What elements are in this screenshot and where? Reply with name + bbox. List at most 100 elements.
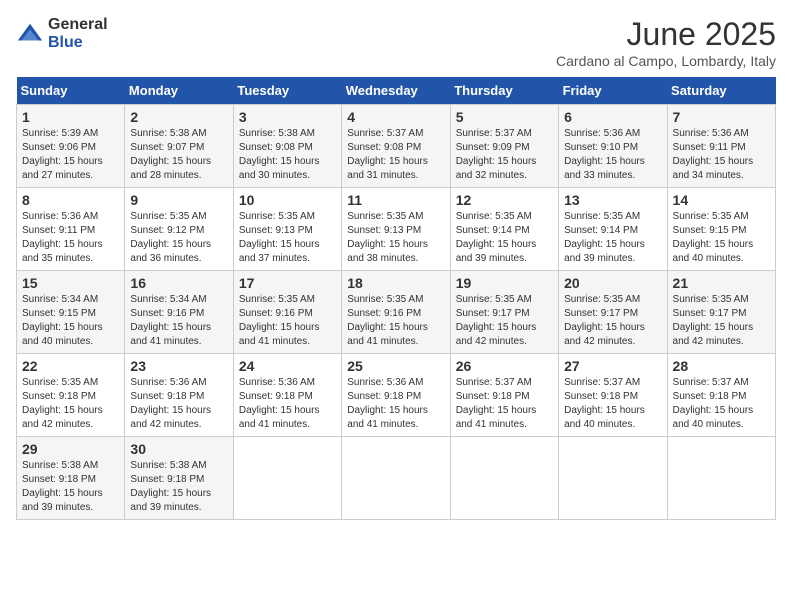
- day-cell: 1 Sunrise: 5:39 AMSunset: 9:06 PMDayligh…: [17, 105, 125, 188]
- month-title: June 2025: [556, 16, 776, 53]
- day-info: Sunrise: 5:35 AMSunset: 9:14 PMDaylight:…: [456, 210, 553, 266]
- day-cell: 29 Sunrise: 5:38 AMSunset: 9:18 PMDaylig…: [17, 437, 125, 520]
- day-cell: 12 Sunrise: 5:35 AMSunset: 9:14 PMDaylig…: [450, 188, 558, 271]
- day-cell: 11 Sunrise: 5:35 AMSunset: 9:13 PMDaylig…: [342, 188, 450, 271]
- location-title: Cardano al Campo, Lombardy, Italy: [556, 53, 776, 69]
- day-number: 8: [22, 192, 119, 208]
- day-cell: [233, 437, 341, 520]
- day-number: 17: [239, 275, 336, 291]
- day-number: 19: [456, 275, 553, 291]
- day-cell: 2 Sunrise: 5:38 AMSunset: 9:07 PMDayligh…: [125, 105, 233, 188]
- header: General Blue June 2025 Cardano al Campo,…: [16, 16, 776, 69]
- day-info: Sunrise: 5:37 AMSunset: 9:18 PMDaylight:…: [564, 376, 661, 432]
- day-number: 25: [347, 358, 444, 374]
- day-number: 28: [673, 358, 770, 374]
- day-number: 20: [564, 275, 661, 291]
- day-number: 21: [673, 275, 770, 291]
- day-cell: [667, 437, 775, 520]
- day-cell: 17 Sunrise: 5:35 AMSunset: 9:16 PMDaylig…: [233, 271, 341, 354]
- week-row-2: 8 Sunrise: 5:36 AMSunset: 9:11 PMDayligh…: [17, 188, 776, 271]
- day-cell: 30 Sunrise: 5:38 AMSunset: 9:18 PMDaylig…: [125, 437, 233, 520]
- day-number: 16: [130, 275, 227, 291]
- day-info: Sunrise: 5:35 AMSunset: 9:14 PMDaylight:…: [564, 210, 661, 266]
- day-number: 6: [564, 109, 661, 125]
- day-info: Sunrise: 5:38 AMSunset: 9:07 PMDaylight:…: [130, 127, 227, 183]
- day-cell: 10 Sunrise: 5:35 AMSunset: 9:13 PMDaylig…: [233, 188, 341, 271]
- day-cell: 24 Sunrise: 5:36 AMSunset: 9:18 PMDaylig…: [233, 354, 341, 437]
- day-cell: 8 Sunrise: 5:36 AMSunset: 9:11 PMDayligh…: [17, 188, 125, 271]
- week-row-1: 1 Sunrise: 5:39 AMSunset: 9:06 PMDayligh…: [17, 105, 776, 188]
- day-info: Sunrise: 5:37 AMSunset: 9:18 PMDaylight:…: [673, 376, 770, 432]
- day-info: Sunrise: 5:35 AMSunset: 9:13 PMDaylight:…: [347, 210, 444, 266]
- day-cell: 22 Sunrise: 5:35 AMSunset: 9:18 PMDaylig…: [17, 354, 125, 437]
- day-cell: 5 Sunrise: 5:37 AMSunset: 9:09 PMDayligh…: [450, 105, 558, 188]
- day-number: 9: [130, 192, 227, 208]
- day-cell: 25 Sunrise: 5:36 AMSunset: 9:18 PMDaylig…: [342, 354, 450, 437]
- day-cell: [342, 437, 450, 520]
- logo-general: General: [48, 16, 108, 34]
- day-info: Sunrise: 5:37 AMSunset: 9:09 PMDaylight:…: [456, 127, 553, 183]
- day-cell: 3 Sunrise: 5:38 AMSunset: 9:08 PMDayligh…: [233, 105, 341, 188]
- day-cell: 4 Sunrise: 5:37 AMSunset: 9:08 PMDayligh…: [342, 105, 450, 188]
- day-info: Sunrise: 5:39 AMSunset: 9:06 PMDaylight:…: [22, 127, 119, 183]
- logo-text: General Blue: [48, 16, 108, 51]
- day-cell: 28 Sunrise: 5:37 AMSunset: 9:18 PMDaylig…: [667, 354, 775, 437]
- day-info: Sunrise: 5:36 AMSunset: 9:18 PMDaylight:…: [130, 376, 227, 432]
- logo: General Blue: [16, 16, 108, 51]
- day-number: 30: [130, 441, 227, 457]
- day-cell: 23 Sunrise: 5:36 AMSunset: 9:18 PMDaylig…: [125, 354, 233, 437]
- day-cell: 14 Sunrise: 5:35 AMSunset: 9:15 PMDaylig…: [667, 188, 775, 271]
- day-info: Sunrise: 5:35 AMSunset: 9:16 PMDaylight:…: [239, 293, 336, 349]
- col-header-sunday: Sunday: [17, 77, 125, 105]
- day-info: Sunrise: 5:36 AMSunset: 9:11 PMDaylight:…: [673, 127, 770, 183]
- day-number: 2: [130, 109, 227, 125]
- day-number: 3: [239, 109, 336, 125]
- day-number: 13: [564, 192, 661, 208]
- day-number: 12: [456, 192, 553, 208]
- col-header-wednesday: Wednesday: [342, 77, 450, 105]
- week-row-4: 22 Sunrise: 5:35 AMSunset: 9:18 PMDaylig…: [17, 354, 776, 437]
- day-info: Sunrise: 5:37 AMSunset: 9:08 PMDaylight:…: [347, 127, 444, 183]
- week-row-3: 15 Sunrise: 5:34 AMSunset: 9:15 PMDaylig…: [17, 271, 776, 354]
- day-number: 24: [239, 358, 336, 374]
- day-info: Sunrise: 5:35 AMSunset: 9:16 PMDaylight:…: [347, 293, 444, 349]
- day-cell: 18 Sunrise: 5:35 AMSunset: 9:16 PMDaylig…: [342, 271, 450, 354]
- day-info: Sunrise: 5:35 AMSunset: 9:17 PMDaylight:…: [673, 293, 770, 349]
- day-number: 15: [22, 275, 119, 291]
- day-info: Sunrise: 5:34 AMSunset: 9:16 PMDaylight:…: [130, 293, 227, 349]
- day-number: 14: [673, 192, 770, 208]
- day-cell: 13 Sunrise: 5:35 AMSunset: 9:14 PMDaylig…: [559, 188, 667, 271]
- day-number: 22: [22, 358, 119, 374]
- day-cell: 7 Sunrise: 5:36 AMSunset: 9:11 PMDayligh…: [667, 105, 775, 188]
- day-cell: 27 Sunrise: 5:37 AMSunset: 9:18 PMDaylig…: [559, 354, 667, 437]
- day-cell: [559, 437, 667, 520]
- day-number: 10: [239, 192, 336, 208]
- day-number: 29: [22, 441, 119, 457]
- day-info: Sunrise: 5:35 AMSunset: 9:18 PMDaylight:…: [22, 376, 119, 432]
- col-header-thursday: Thursday: [450, 77, 558, 105]
- logo-icon: [16, 20, 44, 48]
- day-number: 11: [347, 192, 444, 208]
- col-header-monday: Monday: [125, 77, 233, 105]
- day-info: Sunrise: 5:36 AMSunset: 9:18 PMDaylight:…: [347, 376, 444, 432]
- day-info: Sunrise: 5:36 AMSunset: 9:11 PMDaylight:…: [22, 210, 119, 266]
- day-number: 26: [456, 358, 553, 374]
- day-info: Sunrise: 5:38 AMSunset: 9:18 PMDaylight:…: [22, 459, 119, 515]
- day-info: Sunrise: 5:35 AMSunset: 9:17 PMDaylight:…: [564, 293, 661, 349]
- day-cell: 20 Sunrise: 5:35 AMSunset: 9:17 PMDaylig…: [559, 271, 667, 354]
- calendar-table: SundayMondayTuesdayWednesdayThursdayFrid…: [16, 77, 776, 520]
- col-header-tuesday: Tuesday: [233, 77, 341, 105]
- day-number: 23: [130, 358, 227, 374]
- day-info: Sunrise: 5:38 AMSunset: 9:08 PMDaylight:…: [239, 127, 336, 183]
- day-info: Sunrise: 5:36 AMSunset: 9:18 PMDaylight:…: [239, 376, 336, 432]
- day-cell: 16 Sunrise: 5:34 AMSunset: 9:16 PMDaylig…: [125, 271, 233, 354]
- header-row: SundayMondayTuesdayWednesdayThursdayFrid…: [17, 77, 776, 105]
- day-info: Sunrise: 5:35 AMSunset: 9:13 PMDaylight:…: [239, 210, 336, 266]
- day-info: Sunrise: 5:34 AMSunset: 9:15 PMDaylight:…: [22, 293, 119, 349]
- day-cell: 26 Sunrise: 5:37 AMSunset: 9:18 PMDaylig…: [450, 354, 558, 437]
- col-header-saturday: Saturday: [667, 77, 775, 105]
- day-info: Sunrise: 5:37 AMSunset: 9:18 PMDaylight:…: [456, 376, 553, 432]
- col-header-friday: Friday: [559, 77, 667, 105]
- day-number: 18: [347, 275, 444, 291]
- day-cell: 19 Sunrise: 5:35 AMSunset: 9:17 PMDaylig…: [450, 271, 558, 354]
